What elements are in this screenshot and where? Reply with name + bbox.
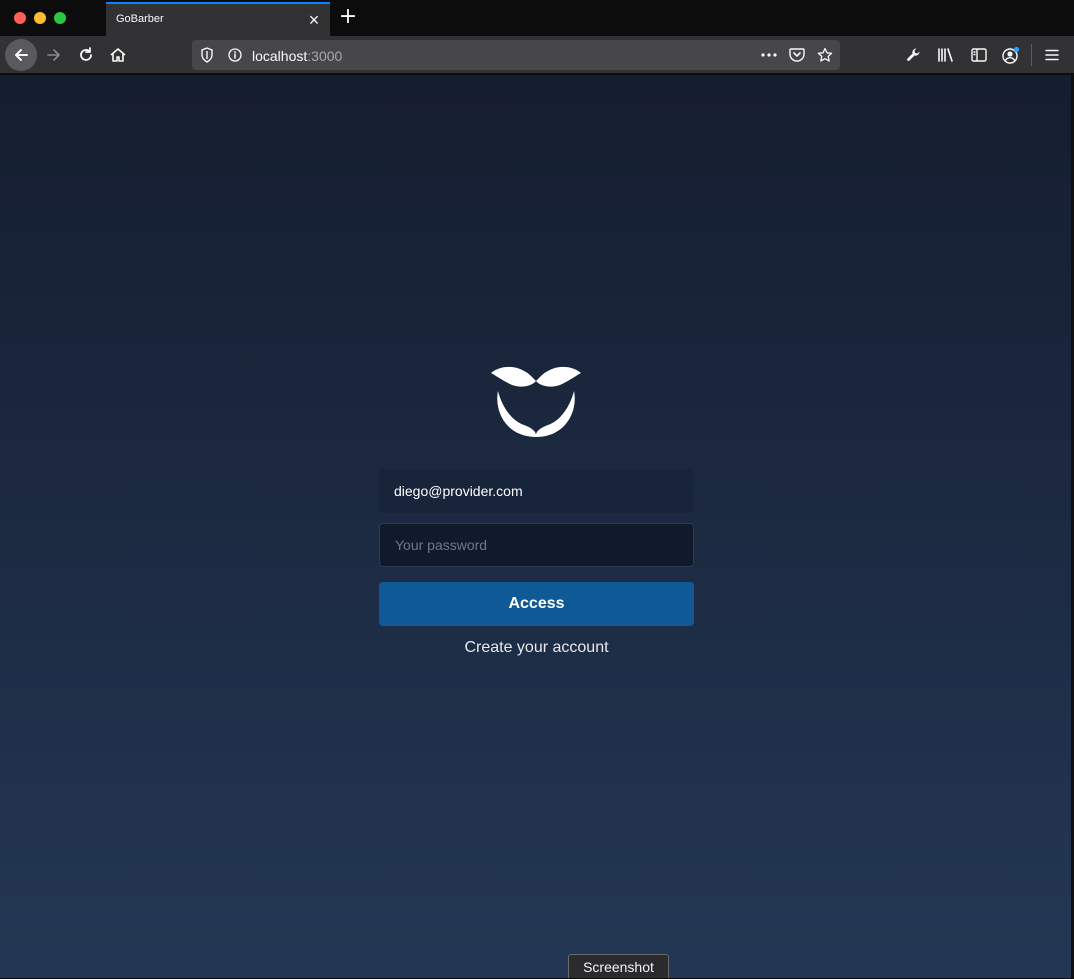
sidebar-icon[interactable] xyxy=(963,39,995,71)
library-icon[interactable] xyxy=(930,39,962,71)
home-icon[interactable] xyxy=(102,39,134,71)
tab-gobarber[interactable]: GoBarber × xyxy=(106,2,330,36)
pocket-icon[interactable] xyxy=(788,46,806,64)
tab-strip: GoBarber × + xyxy=(0,0,1074,36)
new-tab-icon[interactable]: + xyxy=(336,4,360,30)
url-text[interactable]: localhost:3000 xyxy=(252,48,342,64)
maximize-window-button[interactable] xyxy=(54,12,66,24)
toolbar-divider xyxy=(1031,44,1032,66)
back-arrow-icon[interactable] xyxy=(5,39,37,71)
mustache-logo xyxy=(491,366,581,437)
tab-title: GoBarber xyxy=(116,13,164,25)
access-button[interactable]: Access xyxy=(379,582,694,626)
bookmark-star-icon[interactable] xyxy=(816,46,834,64)
page-content: diego@provider.com Access Create your ac… xyxy=(0,75,1071,978)
account-icon[interactable] xyxy=(995,39,1027,71)
create-account-link[interactable]: Create your account xyxy=(379,639,694,657)
info-icon[interactable] xyxy=(226,46,244,64)
shield-icon[interactable] xyxy=(198,46,216,64)
menu-icon[interactable] xyxy=(1036,39,1068,71)
navigation-bar: localhost:3000 xyxy=(0,36,1074,74)
minimize-window-button[interactable] xyxy=(34,12,46,24)
screenshot-tooltip: Screenshot xyxy=(568,954,669,978)
forward-arrow-icon[interactable] xyxy=(38,39,70,71)
password-field[interactable] xyxy=(379,523,694,567)
more-icon[interactable] xyxy=(760,46,778,64)
close-window-button[interactable] xyxy=(14,12,26,24)
reload-icon[interactable] xyxy=(70,39,102,71)
close-icon[interactable]: × xyxy=(304,10,324,30)
email-field[interactable]: diego@provider.com xyxy=(379,469,694,513)
browser-window: GoBarber × + localhost:3000 diego@provid… xyxy=(0,0,1074,978)
wrench-icon[interactable] xyxy=(898,39,930,71)
url-bar[interactable]: localhost:3000 xyxy=(192,40,840,70)
